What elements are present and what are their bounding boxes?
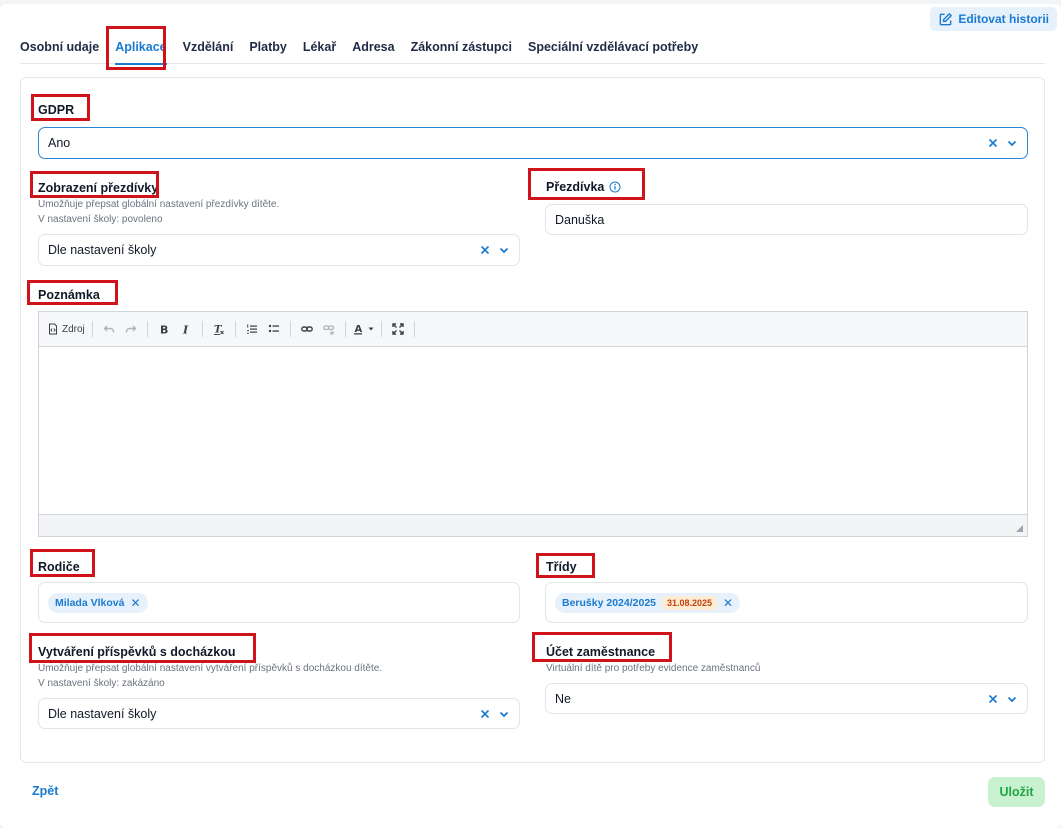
clear-icon[interactable]: [479, 244, 491, 256]
resize-handle-icon[interactable]: [1016, 525, 1023, 532]
highlight-classes: [536, 553, 595, 578]
parent-chip-label: Milada Vlková: [55, 596, 125, 609]
clear-icon[interactable]: [987, 137, 999, 149]
undo-button[interactable]: [100, 318, 118, 340]
edit-icon: [939, 12, 953, 25]
chevron-down-icon[interactable]: [1006, 693, 1018, 705]
text-color-icon: A: [353, 324, 362, 335]
employee-account-hint: Virtuální dítě pro potřeby evidence zamě…: [546, 663, 761, 674]
highlight-note: [27, 280, 118, 305]
svg-text:B: B: [160, 324, 168, 336]
toolbar-separator: [380, 321, 382, 337]
toolbar-separator: [413, 321, 415, 337]
remove-chip-icon[interactable]: ✕: [723, 596, 733, 610]
highlight-parents: [30, 549, 95, 577]
class-date-badge: 31.08.2025: [662, 595, 718, 610]
numbered-list-button[interactable]: [243, 318, 261, 340]
parent-chip: Milada Vlková ✕: [48, 592, 148, 613]
employee-account-value: Ne: [555, 691, 571, 706]
attendance-posts-hint: Umožňuje přepsat globální nastavení vytv…: [38, 663, 383, 689]
class-chip: Berušky 2024/2025 31.08.2025 ✕: [555, 592, 741, 613]
back-link[interactable]: Zpět: [32, 784, 58, 798]
note-editor: Zdroj B I T A: [38, 311, 1028, 537]
gdpr-value: Ano: [48, 136, 71, 150]
bullet-list-icon: [268, 324, 279, 333]
italic-button[interactable]: I: [177, 318, 195, 340]
maximize-button[interactable]: [389, 318, 407, 340]
italic-icon: I: [182, 324, 189, 336]
clear-icon[interactable]: [479, 708, 491, 720]
highlight-employee-account: [532, 632, 672, 662]
chevron-down-icon[interactable]: [498, 244, 510, 256]
maximize-icon: [392, 323, 404, 335]
gdpr-select[interactable]: Ano: [38, 127, 1028, 159]
numbered-list-icon: [246, 324, 257, 334]
highlight-nickname: [528, 168, 645, 200]
nickname-input[interactable]: Danuška: [545, 204, 1028, 235]
text-color-button[interactable]: A: [353, 318, 374, 340]
editor-toolbar: Zdroj B I T A: [39, 312, 1027, 347]
tab-specialni-potreby[interactable]: Speciální vzdělávací potřeby: [528, 36, 698, 64]
nickname-display-value: Dle nastavení školy: [48, 243, 157, 257]
source-button[interactable]: Zdroj: [47, 318, 85, 340]
tab-zakonni-zastupci[interactable]: Zákonní zástupci: [411, 36, 512, 64]
tab-osobni-udaje[interactable]: Osobní udaje: [20, 36, 99, 64]
toolbar-separator: [91, 321, 93, 337]
tab-adresa[interactable]: Adresa: [352, 36, 394, 64]
toolbar-separator: [146, 321, 148, 337]
edit-history-label: Editovat historii: [958, 12, 1049, 26]
toolbar-separator: [201, 321, 203, 337]
save-button[interactable]: Uložit: [988, 777, 1045, 807]
remove-format-button[interactable]: T: [210, 318, 228, 340]
svg-text:I: I: [182, 324, 189, 336]
bullet-list-button[interactable]: [265, 318, 283, 340]
tab-vzdelani[interactable]: Vzdělání: [183, 36, 234, 64]
bold-button[interactable]: B: [155, 318, 173, 340]
caret-down-icon: [368, 327, 374, 331]
tab-platby[interactable]: Platby: [249, 36, 287, 64]
remove-format-icon: T: [213, 325, 224, 335]
highlight-tab-aplikace: [106, 26, 166, 70]
nickname-display-hint: Umožňuje přepsat globální nastavení přez…: [38, 199, 280, 225]
classes-select[interactable]: Berušky 2024/2025 31.08.2025 ✕: [545, 582, 1028, 623]
tab-bar: Osobní udaje Aplikace Vzdělání Platby Lé…: [20, 36, 1045, 65]
highlight-nickname-display: [30, 171, 159, 198]
highlight-attendance-posts: [29, 633, 256, 663]
chevron-down-icon[interactable]: [1006, 137, 1018, 149]
chevron-down-icon[interactable]: [498, 708, 510, 720]
redo-button[interactable]: [122, 318, 140, 340]
undo-icon: [103, 325, 114, 333]
link-icon: [300, 326, 313, 332]
unlink-button[interactable]: [320, 318, 338, 340]
remove-chip-icon[interactable]: ✕: [130, 596, 140, 610]
clear-icon[interactable]: [987, 693, 999, 705]
employee-account-select[interactable]: Ne: [545, 683, 1028, 714]
source-label: Zdroj: [62, 323, 85, 335]
redo-icon: [125, 325, 137, 333]
edit-history-button[interactable]: Editovat historii: [930, 7, 1057, 31]
unlink-icon: [322, 325, 334, 335]
editor-statusbar: [39, 514, 1027, 536]
editor-content-area[interactable]: [39, 347, 1027, 514]
nickname-value: Danuška: [555, 212, 605, 227]
attendance-posts-value: Dle nastavení školy: [48, 706, 157, 721]
bold-icon: B: [160, 324, 168, 336]
toolbar-separator: [234, 321, 236, 337]
tab-lekar[interactable]: Lékař: [303, 36, 336, 64]
nickname-display-select[interactable]: Dle nastavení školy: [38, 234, 520, 266]
toolbar-separator: [344, 321, 346, 337]
source-icon: [49, 323, 57, 335]
highlight-gdpr: [31, 94, 90, 121]
toolbar-separator: [289, 321, 291, 337]
parents-select[interactable]: Milada Vlková ✕: [38, 582, 520, 623]
link-button[interactable]: [298, 318, 316, 340]
attendance-posts-select[interactable]: Dle nastavení školy: [38, 698, 520, 729]
class-chip-label: Berušky 2024/2025: [562, 596, 656, 609]
